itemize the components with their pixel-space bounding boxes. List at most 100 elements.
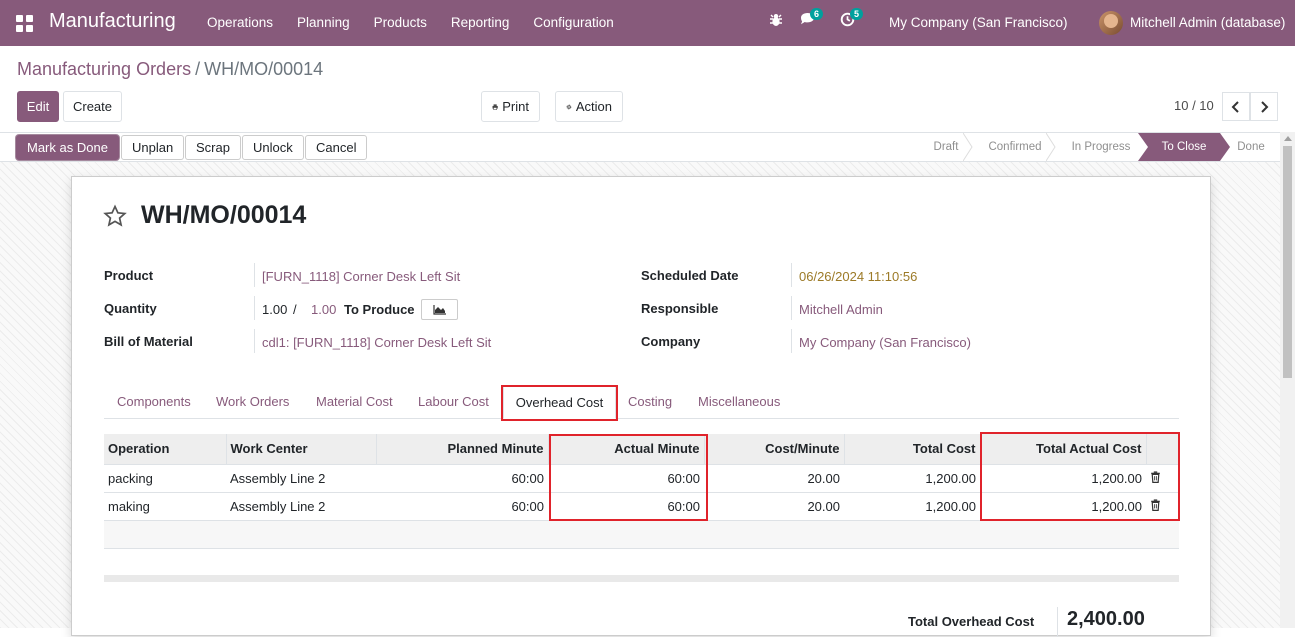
user-avatar[interactable]	[1099, 11, 1123, 35]
statusbar: Mark as Done Unplan Scrap Unlock Cancel …	[0, 132, 1280, 162]
stage-in-progress[interactable]: In Progress	[1057, 133, 1145, 161]
apps-menu-icon[interactable]	[16, 15, 33, 32]
cell-work-center[interactable]: Assembly Line 2	[226, 491, 376, 520]
company-field[interactable]: My Company (San Francisco)	[799, 335, 971, 350]
cell-total-cost[interactable]: 1,200.00	[844, 491, 980, 520]
cell-planned-minute[interactable]: 60:00	[376, 491, 548, 520]
empty-table-row	[104, 519, 1179, 549]
cell-total-actual-cost[interactable]: 1,200.00	[980, 463, 1146, 492]
field-divider	[791, 329, 792, 353]
scrap-button[interactable]: Scrap	[185, 135, 241, 160]
tab-work-orders[interactable]: Work Orders	[216, 385, 289, 418]
pager-previous-button[interactable]	[1222, 92, 1250, 121]
field-divider	[254, 263, 255, 287]
create-button[interactable]: Create	[63, 91, 122, 122]
cell-actual-minute[interactable]: 60:00	[548, 463, 704, 492]
bom-field[interactable]: cdl1: [FURN_1118] Corner Desk Left Sit	[262, 335, 491, 350]
quantity-total[interactable]: 1.00	[311, 302, 336, 317]
trash-icon	[1151, 470, 1160, 483]
stage-to-close[interactable]: To Close	[1138, 133, 1230, 161]
tab-overhead-cost[interactable]: Overhead Cost	[503, 385, 616, 419]
app-brand[interactable]: Manufacturing	[49, 10, 176, 33]
scroll-up-arrow-icon[interactable]	[1284, 136, 1292, 141]
scheduled-date-field[interactable]: 06/26/2024 11:10:56	[799, 269, 917, 284]
field-divider	[254, 329, 255, 353]
col-planned-minute[interactable]: Planned Minute	[376, 434, 549, 464]
table-header-row: Operation Work Center Planned Minute Act…	[104, 434, 1179, 464]
notebook-tabs: Components Work Orders Material Cost Lab…	[104, 385, 1179, 419]
debug-bug-icon[interactable]	[768, 12, 786, 30]
col-work-center[interactable]: Work Center	[226, 434, 377, 464]
activity-clock-icon[interactable]: 5	[840, 8, 864, 30]
cell-operation[interactable]: making	[104, 491, 226, 520]
cell-work-center[interactable]: Assembly Line 2	[226, 463, 376, 492]
unplan-button[interactable]: Unplan	[121, 135, 185, 160]
chat-icon[interactable]: 6	[800, 8, 824, 30]
mark-as-done-button[interactable]: Mark as Done	[16, 135, 119, 160]
company-label: Company	[641, 334, 701, 349]
table-row[interactable]: making Assembly Line 2 60:00 60:00 20.00…	[104, 491, 1179, 520]
col-cost-per-minute[interactable]: Cost/Minute	[704, 434, 845, 464]
quantity-label: Quantity	[104, 301, 157, 316]
main-menu: Operations Planning Products Reporting C…	[195, 0, 626, 46]
breadcrumb-parent[interactable]: Manufacturing Orders	[17, 59, 191, 79]
action-button[interactable]: Action	[555, 91, 623, 122]
user-menu[interactable]: Mitchell Admin (database)	[1130, 15, 1285, 30]
edit-button[interactable]: Edit	[17, 91, 59, 122]
tab-costing[interactable]: Costing	[628, 385, 672, 418]
stage-separator	[1046, 133, 1056, 161]
cell-actual-minute[interactable]: 60:00	[548, 491, 704, 520]
vertical-scrollbar[interactable]	[1280, 132, 1295, 628]
trash-icon	[1151, 498, 1160, 511]
scrollbar-thumb[interactable]	[1283, 146, 1292, 378]
activity-badge: 5	[850, 8, 864, 20]
print-button[interactable]: Print	[481, 91, 540, 122]
field-divider	[791, 263, 792, 287]
favorite-star-icon[interactable]	[103, 204, 127, 228]
stage-separator	[963, 133, 973, 161]
breadcrumb-current: WH/MO/00014	[204, 59, 324, 79]
print-label: Print	[502, 99, 529, 114]
breadcrumb-separator: /	[195, 59, 201, 79]
stage-confirmed[interactable]: Confirmed	[974, 133, 1056, 161]
menu-products[interactable]: Products	[362, 0, 439, 46]
tab-material-cost[interactable]: Material Cost	[316, 385, 393, 418]
chevron-right-icon	[1261, 100, 1269, 113]
responsible-label: Responsible	[641, 301, 719, 316]
field-divider	[791, 296, 792, 320]
area-chart-icon	[432, 304, 446, 315]
cell-planned-minute[interactable]: 60:00	[376, 463, 548, 492]
cell-operation[interactable]: packing	[104, 463, 226, 492]
production-chart-button[interactable]	[421, 299, 458, 320]
unlock-button[interactable]: Unlock	[242, 135, 304, 160]
col-total-actual-cost[interactable]: Total Actual Cost	[980, 434, 1147, 464]
col-operation[interactable]: Operation	[104, 434, 227, 464]
cell-total-actual-cost[interactable]: 1,200.00	[980, 491, 1146, 520]
delete-row-button[interactable]	[1146, 491, 1179, 520]
tab-labour-cost[interactable]: Labour Cost	[418, 385, 489, 418]
table-footer-bar	[104, 575, 1179, 582]
responsible-field[interactable]: Mitchell Admin	[799, 302, 883, 317]
pager-next-button[interactable]	[1250, 92, 1278, 121]
menu-operations[interactable]: Operations	[195, 0, 285, 46]
tab-components[interactable]: Components	[117, 385, 191, 418]
scheduled-date-label: Scheduled Date	[641, 268, 739, 283]
col-actual-minute[interactable]: Actual Minute	[548, 434, 705, 464]
cancel-button[interactable]: Cancel	[305, 135, 368, 160]
menu-planning[interactable]: Planning	[285, 0, 362, 46]
pager-value[interactable]: 10 / 10	[1174, 98, 1214, 113]
delete-row-button[interactable]	[1146, 463, 1179, 492]
cell-cost-per-minute[interactable]: 20.00	[704, 491, 844, 520]
table-row[interactable]: packing Assembly Line 2 60:00 60:00 20.0…	[104, 463, 1179, 492]
breadcrumb: Manufacturing Orders / WH/MO/00014	[17, 59, 323, 80]
col-total-cost[interactable]: Total Cost	[844, 434, 981, 464]
menu-reporting[interactable]: Reporting	[439, 0, 522, 46]
tab-miscellaneous[interactable]: Miscellaneous	[698, 385, 780, 418]
record-title: WH/MO/00014	[141, 201, 307, 229]
cell-total-cost[interactable]: 1,200.00	[844, 463, 980, 492]
company-switcher[interactable]: My Company (San Francisco)	[889, 15, 1068, 30]
stage-done[interactable]: Done	[1228, 133, 1274, 161]
menu-configuration[interactable]: Configuration	[521, 0, 625, 46]
cell-cost-per-minute[interactable]: 20.00	[704, 463, 844, 492]
product-field[interactable]: [FURN_1118] Corner Desk Left Sit	[262, 269, 460, 284]
